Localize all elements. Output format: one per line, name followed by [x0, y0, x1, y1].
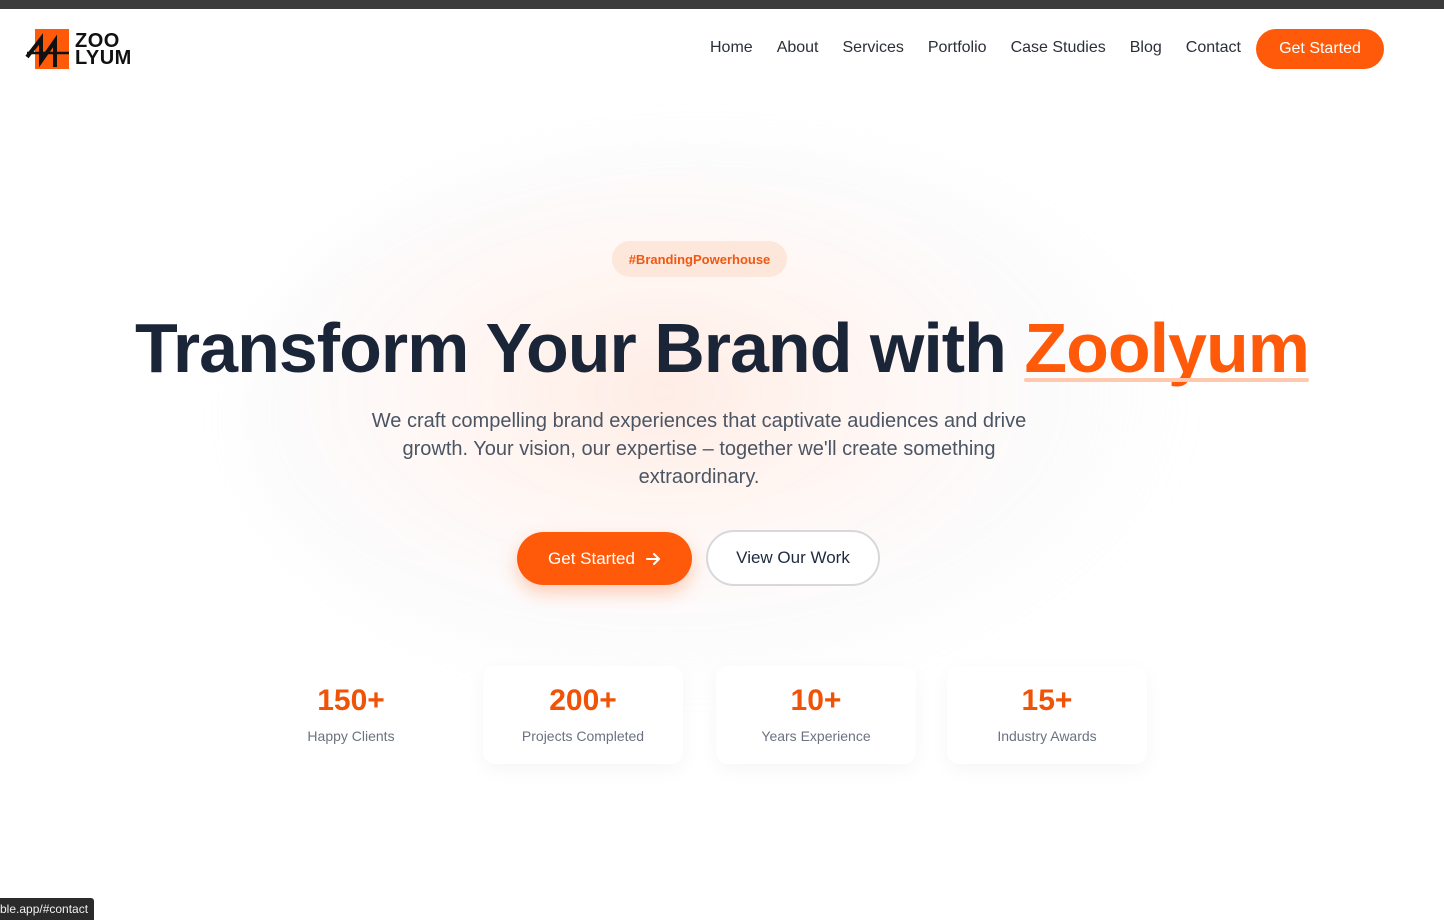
stat-card-projects-completed: 200+ Projects Completed: [483, 666, 683, 764]
link-preview-status: ble.app/#contact: [0, 898, 95, 920]
stat-card-industry-awards: 15+ Industry Awards: [947, 666, 1147, 764]
get-started-button[interactable]: Get Started: [517, 532, 692, 585]
nav-item-portfolio[interactable]: Portfolio: [928, 39, 987, 57]
header-get-started-button[interactable]: Get Started: [1256, 29, 1384, 69]
get-started-label: Get Started: [548, 548, 635, 568]
stat-value: 10+: [790, 684, 842, 717]
nav-item-home[interactable]: Home: [710, 39, 753, 57]
arrow-right-icon: [645, 552, 660, 565]
logo-line-2: LYUM: [75, 47, 132, 69]
hero-subtitle: We craft compelling brand experiences th…: [371, 410, 1027, 488]
stat-label: Years Experience: [761, 728, 871, 744]
stat-label: Industry Awards: [997, 728, 1097, 744]
nav-item-about[interactable]: About: [777, 39, 819, 57]
stat-value: 15+: [1021, 684, 1073, 717]
stat-label: Projects Completed: [521, 728, 645, 744]
stat-label: Happy Clients: [307, 728, 395, 744]
headline-main: Transform Your Brand with: [135, 309, 1007, 387]
nav-item-contact[interactable]: Contact: [1186, 39, 1241, 57]
nav-item-blog[interactable]: Blog: [1130, 39, 1162, 57]
stat-card-happy-clients: 150+ Happy Clients: [251, 666, 451, 764]
main-nav: Home About Services Portfolio Case Studi…: [698, 27, 1253, 69]
stat-card-years-experience: 10+ Years Experience: [716, 666, 916, 764]
hero-badge: #BrandingPowerhouse: [612, 241, 787, 277]
logo-mark-icon: [25, 29, 69, 69]
hero-headline: Transform Your Brand with Zoolyum: [0, 308, 1444, 388]
view-our-work-button[interactable]: View Our Work: [706, 530, 880, 586]
headline-accent: Zoolyum: [1024, 309, 1310, 387]
nav-item-services[interactable]: Services: [843, 39, 904, 57]
site-header: ZOO LYUM Home About Services Portfolio C…: [0, 9, 1444, 89]
browser-top-bar: [0, 0, 1444, 9]
nav-item-case-studies[interactable]: Case Studies: [1011, 39, 1106, 57]
logo[interactable]: ZOO LYUM: [25, 27, 135, 73]
stat-value: 150+: [317, 684, 385, 717]
stat-value: 200+: [549, 684, 617, 717]
logo-wordmark: ZOO LYUM: [75, 31, 132, 69]
